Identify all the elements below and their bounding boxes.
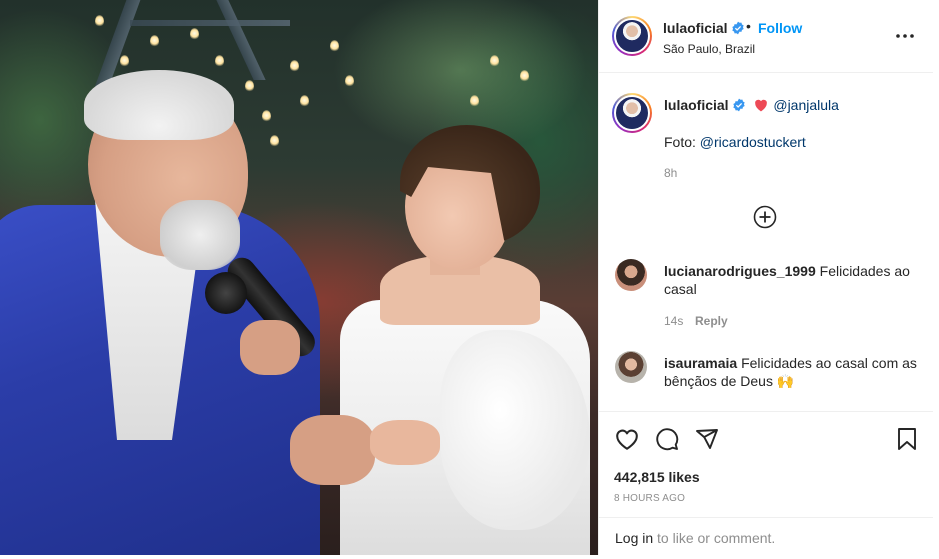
share-send-icon[interactable] — [695, 427, 719, 451]
login-link[interactable]: Log in — [615, 530, 653, 546]
login-divider — [598, 517, 933, 518]
caption-avatar[interactable] — [612, 93, 652, 133]
light-bulb — [270, 135, 279, 147]
light-bulb — [95, 15, 104, 27]
instagram-post-window: lulaoficial • Follow São Paulo, Brazil l… — [0, 0, 939, 559]
bride-hand — [370, 420, 440, 465]
comments-scroll-fade — [599, 398, 933, 412]
groom-hand — [290, 415, 375, 485]
more-options-icon[interactable] — [895, 30, 915, 42]
light-bulb — [120, 55, 129, 67]
verified-badge-icon — [732, 98, 745, 112]
comment-time: 14s — [664, 314, 684, 328]
light-bulb — [262, 110, 271, 122]
actions-divider — [598, 411, 933, 412]
photographer-mention-link[interactable]: @ricardostuckert — [700, 134, 806, 150]
author-username[interactable]: lulaoficial — [663, 20, 745, 36]
light-bulb — [215, 55, 224, 67]
light-bulb — [245, 80, 254, 92]
reply-button[interactable]: Reply — [695, 314, 728, 328]
light-bulb — [290, 60, 299, 72]
comment-icon[interactable] — [655, 427, 679, 451]
light-bulb — [330, 40, 339, 52]
save-bookmark-icon[interactable] — [896, 427, 918, 451]
microphone-icon — [205, 272, 247, 314]
ceiling-beam — [216, 0, 266, 80]
photo-credit: Foto: @ricardostuckert — [664, 134, 806, 150]
follow-button[interactable]: Follow — [758, 20, 802, 36]
post-photo[interactable] — [0, 0, 598, 555]
caption-line: lulaoficial @janjalula — [664, 96, 839, 114]
likes-count[interactable]: 442,815 likes — [614, 468, 700, 486]
like-heart-icon[interactable] — [614, 427, 640, 451]
comment-avatar[interactable] — [615, 259, 647, 291]
comment-username[interactable]: lucianarodrigues_1999 — [664, 263, 816, 279]
header-divider — [598, 72, 933, 73]
ceiling-beam — [130, 20, 290, 26]
groom-beard — [160, 200, 240, 270]
author-avatar[interactable] — [612, 16, 652, 56]
light-bulb — [520, 70, 529, 82]
mention-link[interactable]: @janjalula — [773, 97, 839, 113]
post-location[interactable]: São Paulo, Brazil — [663, 42, 755, 56]
light-bulb — [490, 55, 499, 67]
comment-avatar[interactable] — [615, 351, 647, 383]
red-heart-icon — [755, 99, 768, 112]
separator-dot: • — [746, 18, 751, 34]
groom-hand — [240, 320, 300, 375]
light-bulb — [470, 95, 479, 107]
light-bulb — [345, 75, 354, 87]
light-bulb — [150, 35, 159, 47]
post-timestamp: 8 HOURS AGO — [614, 493, 686, 504]
caption-username[interactable]: lulaoficial — [664, 97, 729, 113]
comment-text: isauramaia Felicidades ao casal com as b… — [664, 355, 917, 389]
groom-hair — [84, 70, 234, 140]
login-prompt: Log in to like or comment. — [615, 530, 776, 546]
light-bulb — [300, 95, 309, 107]
verified-badge-icon — [731, 21, 744, 35]
load-more-comments-icon[interactable] — [753, 205, 777, 229]
comment-text: lucianarodrigues_1999 Felicidades ao cas… — [664, 263, 910, 297]
light-bulb — [190, 28, 199, 40]
caption-time: 8h — [664, 166, 678, 180]
comment-username[interactable]: isauramaia — [664, 355, 737, 371]
